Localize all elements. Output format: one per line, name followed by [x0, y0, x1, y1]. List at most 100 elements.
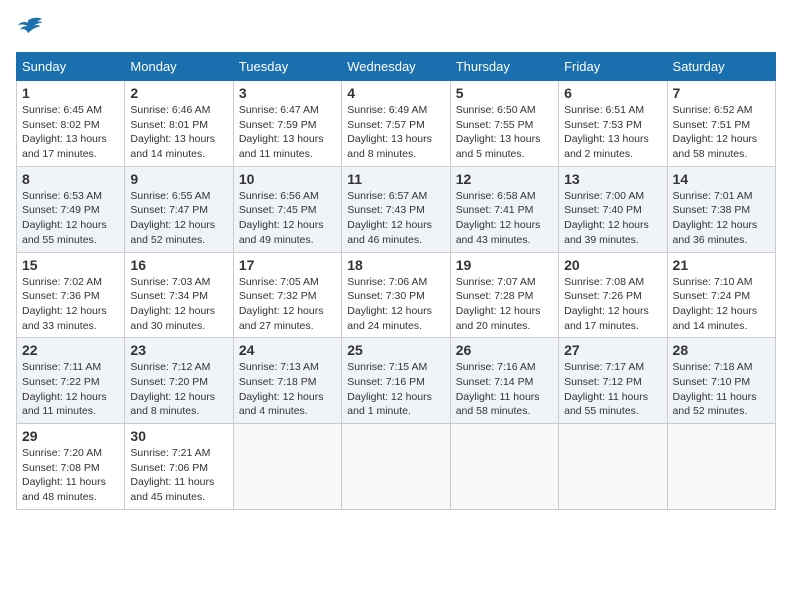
- day-info: Sunrise: 7:12 AMSunset: 7:20 PMDaylight:…: [130, 360, 227, 419]
- day-info: Sunrise: 7:06 AMSunset: 7:30 PMDaylight:…: [347, 275, 444, 334]
- calendar-cell: 9Sunrise: 6:55 AMSunset: 7:47 PMDaylight…: [125, 166, 233, 252]
- calendar-cell: 24Sunrise: 7:13 AMSunset: 7:18 PMDayligh…: [233, 338, 341, 424]
- calendar-cell: 19 Sunrise: 7:07 AMSunset: 7:28 PMDayligh…: [450, 252, 558, 338]
- day-info: Sunrise: 7:08 AMSunset: 7:26 PMDaylight:…: [564, 275, 661, 334]
- day-info: Sunrise: 6:45 AMSunset: 8:02 PMDaylight:…: [22, 103, 119, 162]
- calendar-cell: 6 Sunrise: 6:51 AMSunset: 7:53 PMDaylight…: [559, 81, 667, 167]
- calendar-cell: 25 Sunrise: 7:15 AMSunset: 7:16 PMDayligh…: [342, 338, 450, 424]
- day-info: Sunrise: 7:15 AMSunset: 7:16 PMDaylight:…: [347, 360, 444, 419]
- day-info: Sunrise: 7:20 AMSunset: 7:08 PMDaylight:…: [22, 446, 119, 505]
- day-info: Sunrise: 7:10 AMSunset: 7:24 PMDaylight:…: [673, 275, 770, 334]
- calendar-cell: 5 Sunrise: 6:50 AMSunset: 7:55 PMDaylight…: [450, 81, 558, 167]
- day-info: Sunrise: 7:18 AMSunset: 7:10 PMDaylight:…: [673, 360, 770, 419]
- day-info: Sunrise: 7:02 AMSunset: 7:36 PMDaylight:…: [22, 275, 119, 334]
- day-number: 20: [564, 257, 661, 273]
- day-info: Sunrise: 6:56 AMSunset: 7:45 PMDaylight:…: [239, 189, 336, 248]
- day-info: Sunrise: 7:03 AMSunset: 7:34 PMDaylight:…: [130, 275, 227, 334]
- calendar-week-row: 29 Sunrise: 7:20 AMSunset: 7:08 PMDayligh…: [17, 424, 776, 510]
- logo: [16, 16, 48, 40]
- day-info: Sunrise: 7:00 AMSunset: 7:40 PMDaylight:…: [564, 189, 661, 248]
- calendar-cell: 10 Sunrise: 6:56 AMSunset: 7:45 PMDayligh…: [233, 166, 341, 252]
- calendar-cell: 14Sunrise: 7:01 AMSunset: 7:38 PMDayligh…: [667, 166, 775, 252]
- calendar-cell: 1 Sunrise: 6:45 AMSunset: 8:02 PMDaylight…: [17, 81, 125, 167]
- day-info: Sunrise: 7:21 AMSunset: 7:06 PMDaylight:…: [130, 446, 227, 505]
- calendar-day-header: Sunday: [17, 53, 125, 81]
- day-number: 26: [456, 342, 553, 358]
- calendar-day-header: Monday: [125, 53, 233, 81]
- calendar-table: SundayMondayTuesdayWednesdayThursdayFrid…: [16, 52, 776, 510]
- calendar-cell: 16 Sunrise: 7:03 AMSunset: 7:34 PMDayligh…: [125, 252, 233, 338]
- day-number: 1: [22, 85, 119, 101]
- day-info: Sunrise: 7:01 AMSunset: 7:38 PMDaylight:…: [673, 189, 770, 248]
- calendar-cell: 15 Sunrise: 7:02 AMSunset: 7:36 PMDayligh…: [17, 252, 125, 338]
- calendar-cell: 7 Sunrise: 6:52 AMSunset: 7:51 PMDaylight…: [667, 81, 775, 167]
- day-number: 23: [130, 342, 227, 358]
- calendar-cell: [450, 424, 558, 510]
- day-number: 25: [347, 342, 444, 358]
- day-number: 3: [239, 85, 336, 101]
- day-info: Sunrise: 7:07 AMSunset: 7:28 PMDaylight:…: [456, 275, 553, 334]
- calendar-day-header: Thursday: [450, 53, 558, 81]
- calendar-cell: 29 Sunrise: 7:20 AMSunset: 7:08 PMDayligh…: [17, 424, 125, 510]
- calendar-day-header: Wednesday: [342, 53, 450, 81]
- day-number: 13: [564, 171, 661, 187]
- day-info: Sunrise: 6:47 AMSunset: 7:59 PMDaylight:…: [239, 103, 336, 162]
- calendar-cell: 12Sunrise: 6:58 AMSunset: 7:41 PMDayligh…: [450, 166, 558, 252]
- calendar-day-header: Friday: [559, 53, 667, 81]
- day-info: Sunrise: 6:52 AMSunset: 7:51 PMDaylight:…: [673, 103, 770, 162]
- calendar-header-row: SundayMondayTuesdayWednesdayThursdayFrid…: [17, 53, 776, 81]
- day-info: Sunrise: 6:55 AMSunset: 7:47 PMDaylight:…: [130, 189, 227, 248]
- day-info: Sunrise: 7:17 AMSunset: 7:12 PMDaylight:…: [564, 360, 661, 419]
- logo-bird-icon: [16, 16, 44, 40]
- calendar-week-row: 1 Sunrise: 6:45 AMSunset: 8:02 PMDaylight…: [17, 81, 776, 167]
- calendar-cell: [342, 424, 450, 510]
- calendar-cell: [233, 424, 341, 510]
- calendar-cell: 27 Sunrise: 7:17 AMSunset: 7:12 PMDayligh…: [559, 338, 667, 424]
- day-number: 19: [456, 257, 553, 273]
- day-number: 15: [22, 257, 119, 273]
- day-number: 2: [130, 85, 227, 101]
- calendar-cell: 17Sunrise: 7:05 AMSunset: 7:32 PMDayligh…: [233, 252, 341, 338]
- day-number: 6: [564, 85, 661, 101]
- calendar-cell: 4Sunrise: 6:49 AMSunset: 7:57 PMDaylight…: [342, 81, 450, 167]
- page-header: [16, 16, 776, 40]
- day-number: 30: [130, 428, 227, 444]
- calendar-week-row: 22Sunrise: 7:11 AMSunset: 7:22 PMDayligh…: [17, 338, 776, 424]
- calendar-cell: 2 Sunrise: 6:46 AMSunset: 8:01 PMDaylight…: [125, 81, 233, 167]
- calendar-day-header: Tuesday: [233, 53, 341, 81]
- calendar-cell: 30 Sunrise: 7:21 AMSunset: 7:06 PMDayligh…: [125, 424, 233, 510]
- day-info: Sunrise: 7:16 AMSunset: 7:14 PMDaylight:…: [456, 360, 553, 419]
- calendar-cell: 26 Sunrise: 7:16 AMSunset: 7:14 PMDayligh…: [450, 338, 558, 424]
- day-number: 12: [456, 171, 553, 187]
- day-number: 16: [130, 257, 227, 273]
- calendar-cell: 23 Sunrise: 7:12 AMSunset: 7:20 PMDayligh…: [125, 338, 233, 424]
- day-info: Sunrise: 7:05 AMSunset: 7:32 PMDaylight:…: [239, 275, 336, 334]
- day-number: 10: [239, 171, 336, 187]
- day-info: Sunrise: 6:50 AMSunset: 7:55 PMDaylight:…: [456, 103, 553, 162]
- day-info: Sunrise: 6:51 AMSunset: 7:53 PMDaylight:…: [564, 103, 661, 162]
- day-info: Sunrise: 7:13 AMSunset: 7:18 PMDaylight:…: [239, 360, 336, 419]
- calendar-cell: 8 Sunrise: 6:53 AMSunset: 7:49 PMDaylight…: [17, 166, 125, 252]
- day-number: 5: [456, 85, 553, 101]
- day-number: 7: [673, 85, 770, 101]
- day-number: 29: [22, 428, 119, 444]
- calendar-cell: 22Sunrise: 7:11 AMSunset: 7:22 PMDayligh…: [17, 338, 125, 424]
- day-number: 11: [347, 171, 444, 187]
- day-number: 8: [22, 171, 119, 187]
- calendar-cell: [559, 424, 667, 510]
- calendar-week-row: 8 Sunrise: 6:53 AMSunset: 7:49 PMDaylight…: [17, 166, 776, 252]
- calendar-day-header: Saturday: [667, 53, 775, 81]
- day-info: Sunrise: 6:57 AMSunset: 7:43 PMDaylight:…: [347, 189, 444, 248]
- calendar-cell: 28Sunrise: 7:18 AMSunset: 7:10 PMDayligh…: [667, 338, 775, 424]
- day-number: 21: [673, 257, 770, 273]
- day-info: Sunrise: 6:49 AMSunset: 7:57 PMDaylight:…: [347, 103, 444, 162]
- day-info: Sunrise: 6:53 AMSunset: 7:49 PMDaylight:…: [22, 189, 119, 248]
- calendar-cell: 21 Sunrise: 7:10 AMSunset: 7:24 PMDayligh…: [667, 252, 775, 338]
- calendar-cell: 3 Sunrise: 6:47 AMSunset: 7:59 PMDaylight…: [233, 81, 341, 167]
- day-info: Sunrise: 6:46 AMSunset: 8:01 PMDaylight:…: [130, 103, 227, 162]
- day-number: 27: [564, 342, 661, 358]
- calendar-week-row: 15 Sunrise: 7:02 AMSunset: 7:36 PMDayligh…: [17, 252, 776, 338]
- calendar-cell: 20 Sunrise: 7:08 AMSunset: 7:26 PMDayligh…: [559, 252, 667, 338]
- day-info: Sunrise: 7:11 AMSunset: 7:22 PMDaylight:…: [22, 360, 119, 419]
- day-number: 18: [347, 257, 444, 273]
